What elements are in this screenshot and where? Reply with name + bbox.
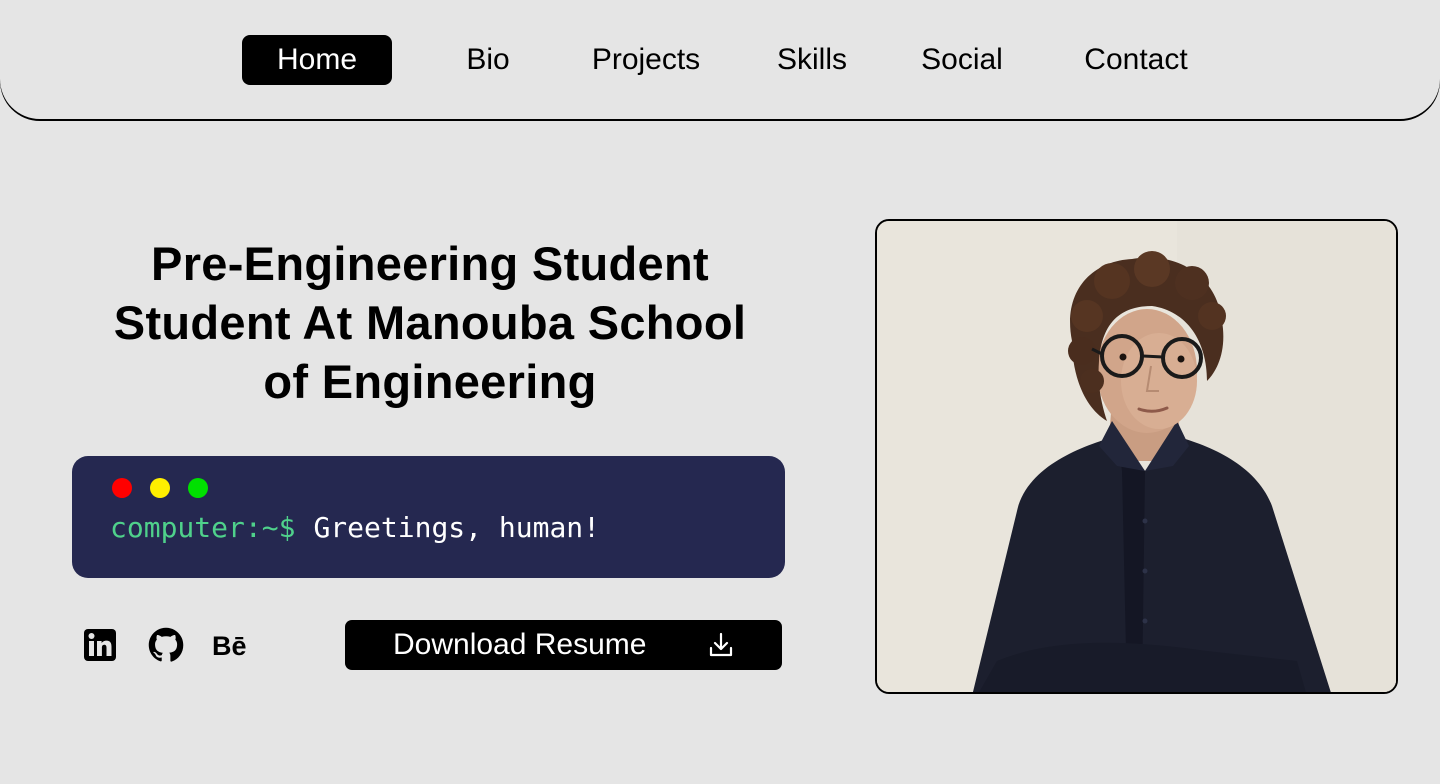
terminal-close-dot bbox=[112, 478, 132, 498]
svg-text:Bē: Bē bbox=[212, 631, 247, 661]
nav-home[interactable]: Home bbox=[242, 35, 392, 85]
nav-skills[interactable]: Skills bbox=[762, 35, 862, 85]
nav-social[interactable]: Social bbox=[906, 35, 1018, 85]
headline-line-2: Student At Manouba School bbox=[113, 296, 747, 349]
terminal-text: Greetings, human! bbox=[313, 511, 601, 544]
hero-headline: Pre-Engineering Student Student At Manou… bbox=[60, 234, 800, 411]
headline-line-1: Pre-Engineering Student bbox=[151, 237, 709, 290]
linkedin-icon[interactable] bbox=[82, 627, 118, 663]
headline-line-3: of Engineering bbox=[263, 355, 597, 408]
nav-bio[interactable]: Bio bbox=[438, 35, 538, 85]
download-icon bbox=[709, 632, 733, 657]
nav-contact[interactable]: Contact bbox=[1060, 35, 1212, 85]
download-resume-label: Download Resume bbox=[393, 628, 647, 661]
download-resume-button[interactable]: Download Resume bbox=[345, 620, 782, 670]
nav-projects[interactable]: Projects bbox=[570, 35, 722, 85]
top-nav: Home Bio Projects Skills Social Contact bbox=[0, 0, 1440, 119]
profile-photo bbox=[875, 219, 1398, 694]
terminal-line: computer:~$ Greetings, human! bbox=[110, 510, 600, 546]
terminal-prompt: computer:~$ bbox=[110, 511, 296, 544]
behance-icon[interactable]: Bē bbox=[212, 627, 254, 663]
github-icon[interactable] bbox=[148, 627, 184, 663]
terminal-minimize-dot bbox=[150, 478, 170, 498]
terminal-window: computer:~$ Greetings, human! bbox=[72, 456, 785, 578]
terminal-maximize-dot bbox=[188, 478, 208, 498]
